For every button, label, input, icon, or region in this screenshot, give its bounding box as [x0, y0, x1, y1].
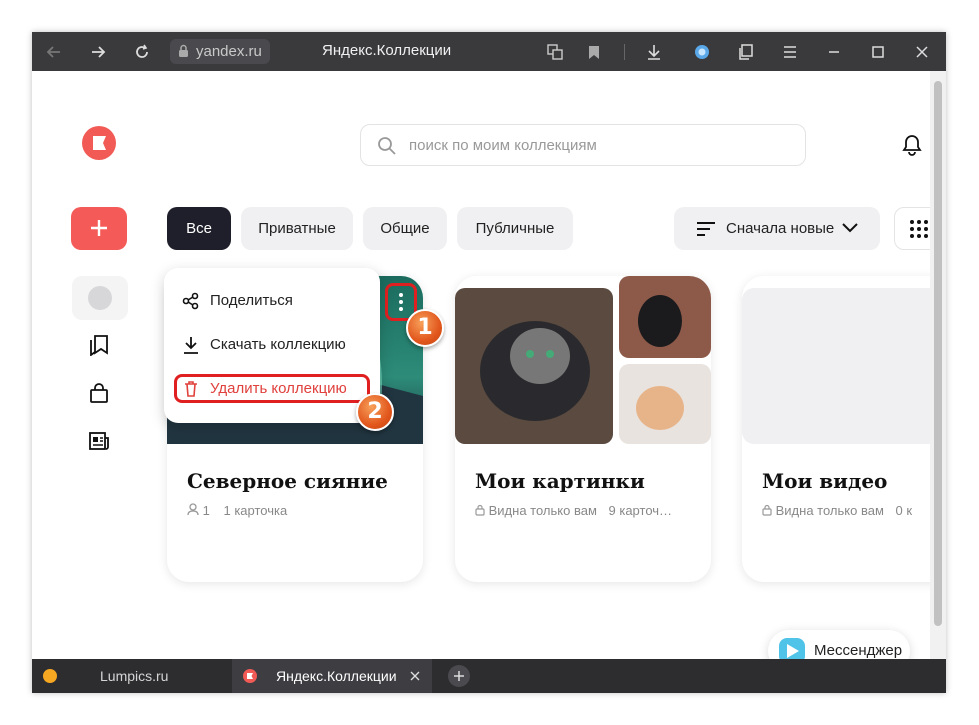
visibility-label: Видна только вам — [488, 503, 597, 518]
sort-icon — [697, 222, 715, 236]
bookmark-icon[interactable] — [582, 40, 606, 64]
avatar — [88, 286, 112, 310]
close-icon[interactable] — [910, 40, 934, 64]
filter-shared[interactable]: Общие — [363, 207, 447, 250]
cards-count: 1 карточка — [223, 503, 288, 518]
messenger-label: Мессенджер — [814, 642, 903, 659]
scrollbar-thumb[interactable] — [934, 81, 942, 626]
toolbar-separator — [624, 44, 625, 60]
translate-icon[interactable] — [543, 40, 567, 64]
collections-page: поиск по моим коллекциям Все Приватные О… — [32, 71, 930, 659]
reload-icon[interactable] — [130, 40, 154, 64]
lumpics-favicon-icon — [43, 669, 57, 683]
tab-label: Яндекс.Коллекции — [276, 668, 397, 684]
plus-icon — [454, 671, 464, 681]
address-bar[interactable]: yandex.ru — [170, 39, 270, 64]
add-collection-button[interactable] — [71, 207, 127, 250]
download-icon[interactable] — [642, 40, 666, 64]
shopping-bag-icon[interactable] — [88, 382, 110, 404]
card-title: Северное сияние — [187, 469, 388, 493]
placeholder-box — [742, 288, 930, 444]
plus-icon — [91, 220, 107, 236]
filter-private[interactable]: Приватные — [241, 207, 353, 250]
user-icon — [187, 503, 199, 516]
visibility-label: Видна только вам — [775, 503, 884, 518]
menu-icon[interactable] — [778, 40, 802, 64]
page-scrollbar[interactable] — [930, 71, 946, 659]
minimize-icon[interactable] — [822, 40, 846, 64]
grid-view-button[interactable] — [894, 207, 930, 250]
bell-icon[interactable] — [902, 134, 922, 161]
lock-icon — [762, 504, 772, 516]
news-icon[interactable] — [88, 430, 110, 452]
card-title: Мои видео — [762, 469, 888, 493]
browser-tabbar: Lumpics.ru Яндекс.Коллекции — [32, 659, 946, 693]
sort-label: Сначала новые — [726, 220, 835, 237]
tab-close-icon[interactable] — [410, 671, 420, 681]
new-tab-button[interactable] — [448, 665, 470, 687]
highlight-delete-item — [174, 374, 370, 403]
collections-icon[interactable] — [734, 40, 758, 64]
cats-thumbnail — [455, 276, 711, 444]
card-title: Мои картинки — [475, 469, 645, 493]
forward-icon[interactable] — [86, 40, 110, 64]
window-title: Яндекс.Коллекции — [322, 42, 452, 59]
cards-count: 9 карточ… — [608, 503, 673, 518]
grid-icon — [910, 220, 928, 238]
address-text: yandex.ru — [196, 43, 262, 60]
search-icon — [378, 137, 396, 155]
tab-collections[interactable]: Яндекс.Коллекции — [232, 659, 432, 693]
lock-icon — [475, 504, 485, 516]
card-meta: Видна только вам 0 к — [762, 503, 912, 518]
share-icon — [182, 292, 199, 310]
step-badge-1: 1 — [406, 309, 444, 347]
collection-card-pictures[interactable]: Мои картинки Видна только вам 9 карточ… — [455, 276, 711, 582]
empty-thumbnail — [742, 276, 930, 444]
filter-public[interactable]: Публичные — [457, 207, 573, 250]
maximize-icon[interactable] — [866, 40, 890, 64]
collections-logo-icon[interactable] — [82, 126, 116, 160]
menu-item-label: Скачать коллекцию — [210, 336, 346, 353]
chevron-down-icon — [842, 223, 858, 233]
filter-all[interactable]: Все — [167, 207, 231, 250]
followers-count: 1 — [202, 503, 210, 518]
search-placeholder: поиск по моим коллекциям — [409, 137, 597, 154]
sort-dropdown[interactable]: Сначала новые — [674, 207, 880, 250]
collection-card-videos[interactable]: Мои видео Видна только вам 0 к — [742, 276, 930, 582]
cards-count: 0 к — [895, 503, 913, 518]
browser-toolbar: yandex.ru Яндекс.Коллекции — [32, 32, 946, 71]
download-icon — [184, 337, 198, 354]
messenger-button[interactable]: Мессенджер — [768, 630, 910, 659]
back-icon[interactable] — [42, 40, 66, 64]
tab-lumpics[interactable]: Lumpics.ru — [32, 659, 232, 693]
step-badge-2: 2 — [356, 393, 394, 431]
search-input[interactable]: поиск по моим коллекциям — [360, 124, 806, 166]
collections-favicon-icon — [243, 669, 257, 683]
bookmarks-icon[interactable] — [88, 334, 110, 356]
alice-icon[interactable] — [690, 40, 714, 64]
card-meta: Видна только вам 9 карточ… — [475, 503, 672, 518]
browser-window: yandex.ru Яндекс.Коллекции поиск по моим… — [32, 32, 946, 693]
sidebar-profile[interactable] — [72, 276, 128, 320]
lock-icon — [179, 44, 188, 57]
card-meta: 1 1 карточка — [187, 503, 287, 518]
tab-label: Lumpics.ru — [100, 668, 169, 684]
messenger-icon — [779, 638, 805, 659]
menu-item-label: Поделиться — [210, 292, 293, 309]
